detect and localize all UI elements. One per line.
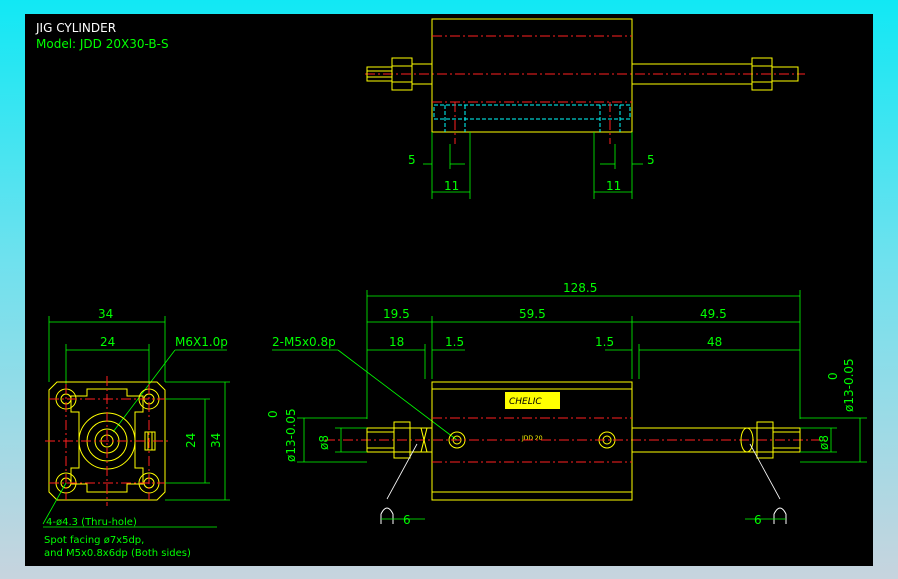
dim-top-right-11: 11 [606,179,621,193]
dim-top-right-5: 5 [647,153,655,167]
side-view: 128.5 19.5 59.5 49.5 18 1.5 1.5 48 2-M5x… [266,281,867,527]
drawing-title: JIG CYLINDER [35,21,116,35]
dia-right-small: ø8 [817,435,831,450]
dim-end-outer-height: 34 [209,433,223,448]
cad-drawing-canvas: JIG CYLINDER Model: JDD 20X30-B-S 5 5 11… [25,14,873,566]
dim-top-left-11: 11 [444,179,459,193]
dim-left-thread: 18 [389,335,404,349]
dia-right-tol-upper: 0 [826,372,840,380]
dim-end-inner-width: 24 [100,335,115,349]
dim-right-rod: 49.5 [700,307,727,321]
dia-right: ø13-0.05 [842,358,856,412]
dim-top-left-5: 5 [408,153,416,167]
dim-end-outer-width: 34 [98,307,113,321]
drawing-model: Model: JDD 20X30-B-S [36,37,169,51]
hole-note: 4-ø4.3 (Thru-hole) [46,517,137,528]
dim-right-thread: 48 [707,335,722,349]
fitting-dim-right: 6 [754,513,762,527]
spot-note-line1: Spot facing ø7x5dp, [44,535,144,546]
dim-left-rod: 19.5 [383,307,410,321]
spot-note-line2: and M5x0.8x6dp (Both sides) [44,548,191,559]
dia-left: ø13-0.05 [284,408,298,462]
body-model-text: JDD 20 [521,435,543,442]
thread-label: M6X1.0p [175,335,228,349]
end-view: 34 24 M6X1.0p 24 34 4-ø4.3 (Thru-hole) S… [42,307,230,559]
top-view: 5 5 11 11 [365,18,805,199]
port-label: 2-M5x0.8p [272,335,336,349]
dim-overall: 128.5 [563,281,597,295]
dim-body: 59.5 [519,307,546,321]
dim-right-gap: 1.5 [595,335,614,349]
cad-drawing: JIG CYLINDER Model: JDD 20X30-B-S 5 5 11… [35,18,867,559]
dia-left-tol-upper: 0 [266,410,280,418]
dim-left-gap: 1.5 [445,335,464,349]
brand-text: CHELIC [509,397,542,407]
dia-left-small: ø8 [317,435,331,450]
dim-end-inner-height: 24 [184,433,198,448]
fitting-dim-left: 6 [403,513,411,527]
